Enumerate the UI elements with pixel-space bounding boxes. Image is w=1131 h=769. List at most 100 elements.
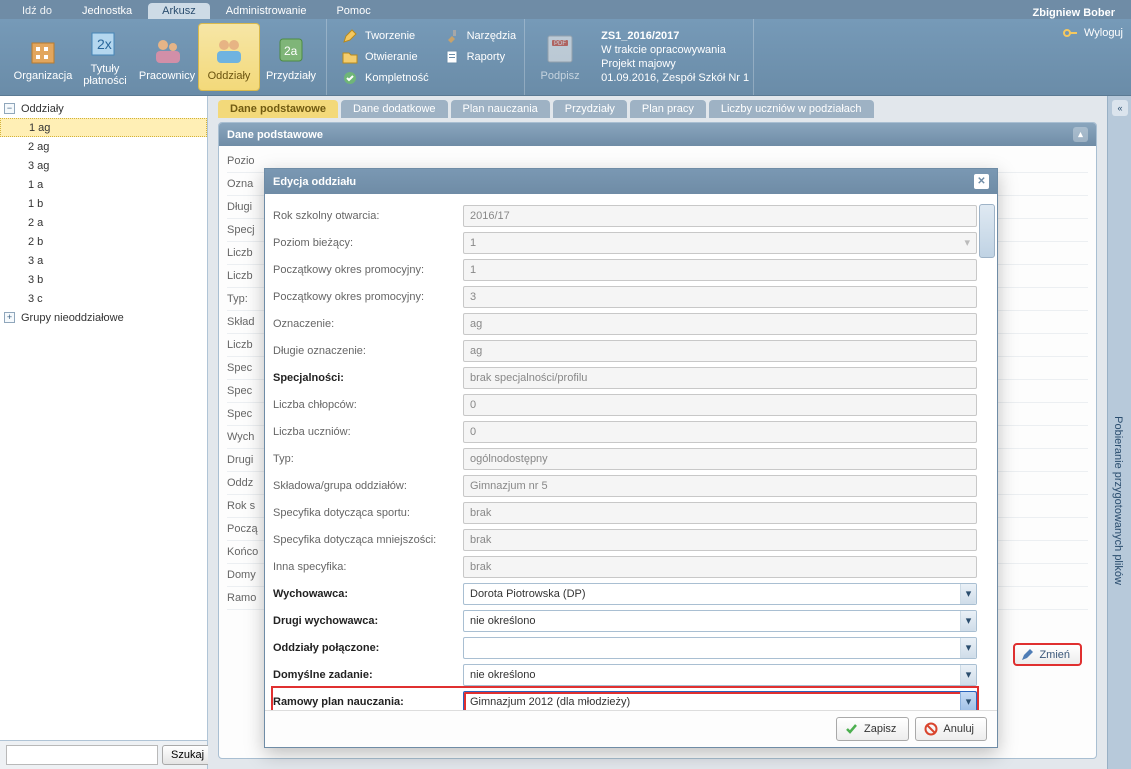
- ribbon-oddzialy[interactable]: Oddziały: [198, 23, 260, 91]
- ribbon-pracownicy-label: Pracownicy: [139, 70, 195, 82]
- tab-pomoc[interactable]: Pomoc: [322, 3, 384, 19]
- modal-row-value: 1: [470, 237, 476, 249]
- payments-icon: 2x: [87, 27, 123, 61]
- search-input[interactable]: [6, 745, 158, 765]
- save-button[interactable]: Zapisz: [836, 717, 909, 741]
- tree-item-label: 3 b: [28, 274, 43, 286]
- ribbon-info-2: W trakcie opracowywania: [601, 43, 749, 57]
- chevron-down-icon: ▾: [960, 638, 976, 658]
- svg-text:2x: 2x: [97, 36, 112, 52]
- employees-icon: [149, 32, 185, 68]
- tree-root-oddzialy[interactable]: − Oddziały: [0, 99, 207, 118]
- tree-item-label: 3 ag: [28, 160, 49, 172]
- user-name: Zbigniew Bober: [1033, 7, 1124, 19]
- tree-item[interactable]: 2 b: [0, 232, 207, 251]
- modal-row: Specyfika dotycząca mniejszości: brak: [273, 526, 977, 553]
- modal-row-label: Ramowy plan nauczania:: [273, 696, 459, 708]
- modal-row-value: nie określono: [470, 615, 535, 627]
- ribbon-narzedzia-label: Narzędzia: [467, 30, 517, 42]
- modal-row-label: Liczba chłopców:: [273, 399, 459, 411]
- modal-row-input-disabled: 2016/17: [463, 205, 977, 227]
- chevron-down-icon: ▾: [960, 584, 976, 604]
- modal-row-label: Wychowawca:: [273, 588, 459, 600]
- tree-item[interactable]: 3 c: [0, 289, 207, 308]
- ribbon-info-4: 01.09.2016, Zespół Szkół Nr 1: [601, 71, 749, 85]
- scrollbar-thumb[interactable]: [979, 204, 995, 258]
- ribbon-organizacja[interactable]: Organizacja: [12, 23, 74, 91]
- close-icon[interactable]: ✕: [974, 174, 989, 189]
- modal-row: Oddziały połączone: ▾: [273, 634, 977, 661]
- minus-icon[interactable]: −: [4, 103, 15, 114]
- tree-item[interactable]: 2 ag: [0, 137, 207, 156]
- chevron-down-icon: ▾: [960, 611, 976, 631]
- modal-row-select[interactable]: Gimnazjum 2012 (dla młodzieży)▾: [463, 691, 977, 711]
- tree-item[interactable]: 1 b: [0, 194, 207, 213]
- tree-item[interactable]: 3 ag: [0, 156, 207, 175]
- tree-root-oddzialy-label: Oddziały: [21, 103, 64, 115]
- modal-row-label: Specyfika dotycząca mniejszości:: [273, 534, 459, 546]
- tab-jednostka[interactable]: Jednostka: [68, 3, 146, 19]
- ribbon-kompletnosc-label: Kompletność: [365, 72, 429, 84]
- tree-item-label: 1 a: [28, 179, 43, 191]
- modal-row: Oznaczenie:ag: [273, 310, 977, 337]
- subtab-dodatkowe[interactable]: Dane dodatkowe: [341, 100, 448, 118]
- ribbon-przydzialy[interactable]: 2a Przydziały: [260, 23, 322, 91]
- ribbon-otwieranie[interactable]: Otwieranie: [337, 48, 433, 66]
- change-button[interactable]: Zmień: [1013, 643, 1082, 666]
- ribbon-pracownicy[interactable]: Pracownicy: [136, 23, 198, 91]
- ribbon: Organizacja 2x Tytuły płatności Pracowni…: [0, 19, 1131, 96]
- cancel-button-label: Anuluj: [943, 723, 974, 735]
- tab-administrowanie[interactable]: Administrowanie: [212, 3, 321, 19]
- modal-row-select[interactable]: nie określono▾: [463, 664, 977, 686]
- modal-row-label: Drugi wychowawca:: [273, 615, 459, 627]
- ribbon-tworzenie-label: Tworzenie: [365, 30, 415, 42]
- ribbon-podpisz[interactable]: PDF Podpisz: [529, 23, 591, 91]
- ribbon-tworzenie[interactable]: Tworzenie: [337, 27, 433, 45]
- ribbon-kompletnosc[interactable]: Kompletność: [337, 69, 433, 87]
- goto-label: Idź do: [8, 3, 66, 19]
- tree-item[interactable]: 3 b: [0, 270, 207, 289]
- key-icon: [1062, 25, 1078, 41]
- panel-collapse-icon[interactable]: ▴: [1073, 127, 1088, 142]
- pdf-icon: PDF: [542, 32, 578, 68]
- subtab-przydzialy[interactable]: Przydziały: [553, 100, 627, 118]
- tree-item[interactable]: 2 a: [0, 213, 207, 232]
- cancel-icon: [924, 722, 938, 736]
- cancel-button[interactable]: Anuluj: [915, 717, 987, 741]
- modal-row-input-disabled: 0: [463, 394, 977, 416]
- sub-tabs: Dane podstawowe Dane dodatkowe Plan nauc…: [208, 96, 1107, 118]
- plus-icon[interactable]: +: [4, 312, 15, 323]
- ribbon-przydzialy-label: Przydziały: [266, 70, 316, 82]
- ribbon-narzedzia[interactable]: Narzędzia: [439, 27, 521, 45]
- modal-row-input-disabled: brak: [463, 529, 977, 551]
- modal-row: Ramowy plan nauczania: Gimnazjum 2012 (dl…: [273, 688, 977, 710]
- modal-row-label: Specyfika dotycząca sportu:: [273, 507, 459, 519]
- tree-root-grupy[interactable]: + Grupy nieoddziałowe: [0, 308, 207, 327]
- logout-button[interactable]: Wyloguj: [1062, 25, 1123, 41]
- pencil-icon: [341, 28, 359, 44]
- modal-row-select[interactable]: nie określono ▾: [463, 610, 977, 632]
- subtab-plan-nauczania[interactable]: Plan nauczania: [451, 100, 550, 118]
- modal-row-select[interactable]: Dorota Piotrowska (DP)▾: [463, 583, 977, 605]
- tree-item-label: 3 a: [28, 255, 43, 267]
- tree-item[interactable]: 1 a: [0, 175, 207, 194]
- ribbon-raporty[interactable]: Raporty: [439, 48, 521, 66]
- subtab-podstawowe[interactable]: Dane podstawowe: [218, 100, 338, 118]
- modal-row: Rok szkolny otwarcia: 2016/17: [273, 202, 977, 229]
- modal-row-label: Oddziały połączone:: [273, 642, 459, 654]
- modal-row-input-disabled: brak specjalności/profilu: [463, 367, 977, 389]
- building-icon: [25, 32, 61, 68]
- modal-row: Specyfika dotycząca sportu:brak: [273, 499, 977, 526]
- modal-row-label: Rok szkolny otwarcia:: [273, 210, 459, 222]
- tree-item[interactable]: 1 ag: [0, 118, 207, 137]
- ribbon-tytuly[interactable]: 2x Tytuły płatności: [74, 23, 136, 91]
- subtab-liczby[interactable]: Liczby uczniów w podziałach: [709, 100, 874, 118]
- subtab-plan-pracy[interactable]: Plan pracy: [630, 100, 706, 118]
- search-button[interactable]: Szukaj: [162, 745, 213, 765]
- modal-row: Poziom bieżący:1▾: [273, 229, 977, 256]
- tools-icon: [443, 28, 461, 44]
- modal-row-select[interactable]: ▾: [463, 637, 977, 659]
- expand-left-icon[interactable]: «: [1112, 100, 1128, 116]
- tree-item[interactable]: 3 a: [0, 251, 207, 270]
- tab-arkusz[interactable]: Arkusz: [148, 3, 210, 19]
